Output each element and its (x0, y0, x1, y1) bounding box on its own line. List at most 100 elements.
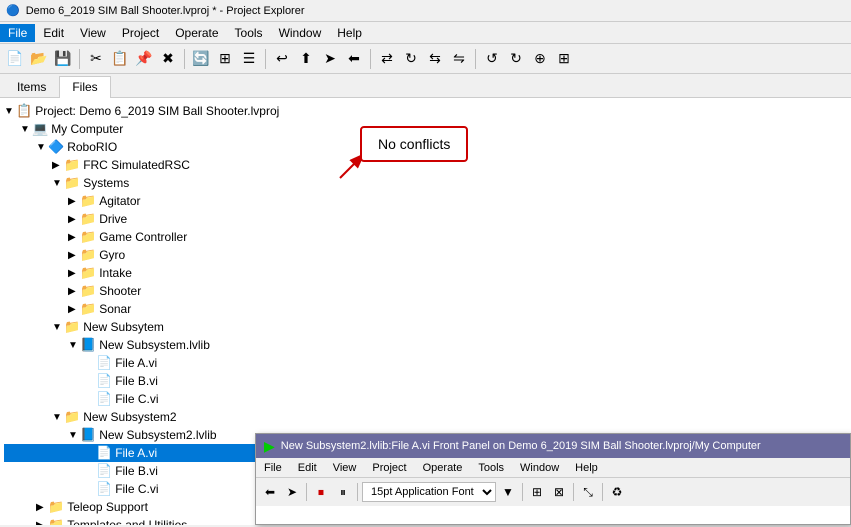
expand-newsubsytem-lib[interactable]: ▼ (68, 340, 80, 351)
reorder-btn[interactable]: ♻ (607, 482, 627, 502)
distribute-btn[interactable]: ⊠ (549, 482, 569, 502)
tree-node-fileB1[interactable]: 📄 File B.vi (4, 372, 847, 390)
menu-edit[interactable]: Edit (35, 24, 72, 42)
expand-agitator[interactable]: ▶ (68, 196, 80, 207)
sync2-btn[interactable]: ↻ (400, 48, 422, 70)
tree-node-frc[interactable]: ▶ 📁 FRC SimulatedRSC (4, 156, 847, 174)
fileB1-label: File B.vi (115, 374, 158, 388)
menu-project[interactable]: Project (114, 24, 167, 42)
expand-sonar[interactable]: ▶ (68, 304, 80, 315)
intake-label: Intake (99, 266, 132, 280)
align-btn[interactable]: ⊞ (527, 482, 547, 502)
expand-shooter[interactable]: ▶ (68, 286, 80, 297)
sub-stop-btn[interactable]: ⏹ (311, 482, 331, 502)
title-bar: 🔵 Demo 6_2019 SIM Ball Shooter.lvproj * … (0, 0, 851, 22)
tree-node-roborio[interactable]: ▼ 🔷 RoboRIO (4, 138, 847, 156)
tab-items[interactable]: Items (4, 76, 59, 97)
expand-drive[interactable]: ▶ (68, 214, 80, 225)
sub-forward-btn[interactable]: ➤ (282, 482, 302, 502)
mycomputer-label: My Computer (51, 122, 123, 136)
gamecontroller-label: Game Controller (99, 230, 187, 244)
tree-node-intake[interactable]: ▶ 📁 Intake (4, 264, 847, 282)
newsubsystem2-lib-icon: 📘 (80, 427, 96, 443)
expand-gyro[interactable]: ▶ (68, 250, 80, 261)
sync1-btn[interactable]: ⇄ (376, 48, 398, 70)
expand-newsubsytem[interactable]: ▼ (52, 322, 64, 333)
expand-mycomputer[interactable]: ▼ (20, 124, 32, 135)
drive-label: Drive (99, 212, 127, 226)
menu-window[interactable]: Window (271, 24, 330, 42)
expand-gamecontroller[interactable]: ▶ (68, 232, 80, 243)
sub-title-text: New Subsystem2.lvlib:File A.vi Front Pan… (281, 440, 761, 452)
menu-help[interactable]: Help (329, 24, 370, 42)
open-btn[interactable]: 📂 (28, 48, 50, 70)
sub-menu-edit[interactable]: Edit (290, 460, 325, 476)
sub-pause-btn[interactable]: ⏸ (333, 482, 353, 502)
expand-templates[interactable]: ▶ (36, 520, 48, 526)
expand-systems[interactable]: ▼ (52, 178, 64, 189)
sync3-btn[interactable]: ⇆ (424, 48, 446, 70)
menu-view[interactable]: View (72, 24, 114, 42)
new-btn[interactable]: 📄 (4, 48, 26, 70)
grid-btn[interactable]: ⊞ (214, 48, 236, 70)
sub-menu-project[interactable]: Project (364, 460, 414, 476)
tree-node-newsubsystem2[interactable]: ▼ 📁 New Subsystem2 (4, 408, 847, 426)
up-btn[interactable]: ⬆ (295, 48, 317, 70)
tree-node-systems[interactable]: ▼ 📁 Systems (4, 174, 847, 192)
newsubsytem-lib-label: New Subsystem.lvlib (99, 338, 210, 352)
expand-newsubsystem2-lib[interactable]: ▼ (68, 430, 80, 441)
fileA2-icon: 📄 (96, 445, 112, 461)
extra-btn[interactable]: ⊕ (529, 48, 551, 70)
root-icon: 📋 (16, 103, 32, 119)
arrow-btn[interactable]: ↩ (271, 48, 293, 70)
save-btn[interactable]: 💾 (52, 48, 74, 70)
tree-node-agitator[interactable]: ▶ 📁 Agitator (4, 192, 847, 210)
expand-root[interactable]: ▼ (4, 106, 16, 117)
teleop-label: Teleop Support (67, 500, 148, 514)
sub-menu-window[interactable]: Window (512, 460, 567, 476)
list-btn[interactable]: ☰ (238, 48, 260, 70)
sub-menu-file[interactable]: File (256, 460, 290, 476)
paste-btn[interactable]: 📌 (133, 48, 155, 70)
teleop-icon: 📁 (48, 499, 64, 515)
expand-intake[interactable]: ▶ (68, 268, 80, 279)
fileB2-icon: 📄 (96, 463, 112, 479)
tree-node-mycomputer[interactable]: ▼ 💻 My Computer (4, 120, 847, 138)
extra2-btn[interactable]: ⊞ (553, 48, 575, 70)
delete-btn[interactable]: ✖ (157, 48, 179, 70)
sub-back-btn[interactable]: ⬅ (260, 482, 280, 502)
back-btn[interactable]: ⬅ (343, 48, 365, 70)
tree-node-gamecontroller[interactable]: ▶ 📁 Game Controller (4, 228, 847, 246)
sub-menu-operate[interactable]: Operate (415, 460, 471, 476)
sub-menu-view[interactable]: View (325, 460, 365, 476)
refresh-btn[interactable]: 🔄 (190, 48, 212, 70)
font-dropdown[interactable]: 15pt Application Font (362, 482, 496, 502)
tree-node-gyro[interactable]: ▶ 📁 Gyro (4, 246, 847, 264)
copy-btn[interactable]: 📋 (109, 48, 131, 70)
tree-node-sonar[interactable]: ▶ 📁 Sonar (4, 300, 847, 318)
expand-frc[interactable]: ▶ (52, 160, 64, 171)
cut-btn[interactable]: ✂ (85, 48, 107, 70)
sub-menu-tools[interactable]: Tools (470, 460, 512, 476)
right-btn[interactable]: ➤ (319, 48, 341, 70)
expand-roborio[interactable]: ▼ (36, 142, 48, 153)
resize-btn[interactable]: ⤡ (578, 482, 598, 502)
expand-newsubsystem2[interactable]: ▼ (52, 412, 64, 423)
tree-node-drive[interactable]: ▶ 📁 Drive (4, 210, 847, 228)
tab-files[interactable]: Files (59, 76, 110, 98)
expand-teleop[interactable]: ▶ (36, 502, 48, 513)
tree-node-newsubsytem[interactable]: ▼ 📁 New Subsytem (4, 318, 847, 336)
tree-node-fileA1[interactable]: 📄 File A.vi (4, 354, 847, 372)
tree-node-newsubsytem-lib[interactable]: ▼ 📘 New Subsystem.lvlib (4, 336, 847, 354)
undo-btn[interactable]: ↺ (481, 48, 503, 70)
menu-tools[interactable]: Tools (227, 24, 271, 42)
menu-file[interactable]: File (0, 24, 35, 42)
sub-menu-help[interactable]: Help (567, 460, 606, 476)
font-down-icon[interactable]: ▼ (498, 482, 518, 502)
tree-node-fileC1[interactable]: 📄 File C.vi (4, 390, 847, 408)
menu-operate[interactable]: Operate (167, 24, 226, 42)
tree-node-root[interactable]: ▼ 📋 Project: Demo 6_2019 SIM Ball Shoote… (4, 102, 847, 120)
redo-btn[interactable]: ↻ (505, 48, 527, 70)
tree-node-shooter[interactable]: ▶ 📁 Shooter (4, 282, 847, 300)
sync4-btn[interactable]: ⇋ (448, 48, 470, 70)
